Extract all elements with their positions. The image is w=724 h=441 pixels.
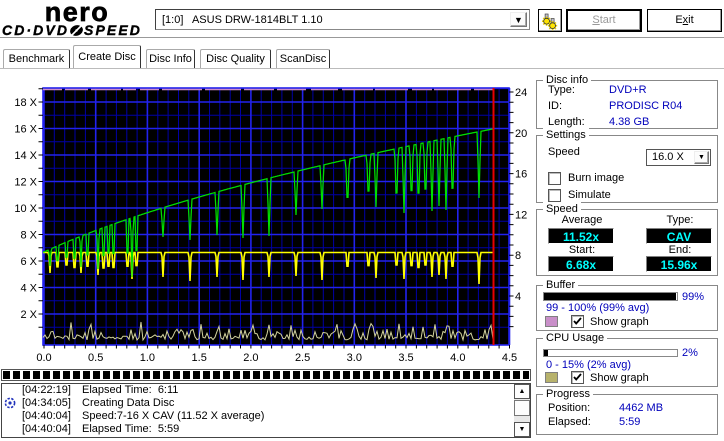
svg-text:0.0: 0.0 bbox=[36, 352, 51, 364]
svg-text:3.5: 3.5 bbox=[398, 352, 413, 364]
svg-text:16: 16 bbox=[515, 169, 527, 181]
svg-text:12 X: 12 X bbox=[14, 177, 37, 189]
svg-text:18 X: 18 X bbox=[14, 97, 37, 109]
svg-text:4 X: 4 X bbox=[20, 283, 37, 295]
svg-text:2 X: 2 X bbox=[20, 309, 37, 321]
svg-text:4.0: 4.0 bbox=[450, 352, 465, 364]
svg-text:24: 24 bbox=[515, 87, 527, 99]
svg-text:12: 12 bbox=[515, 209, 527, 221]
svg-text:8: 8 bbox=[515, 250, 521, 262]
svg-text:20: 20 bbox=[515, 128, 527, 140]
svg-text:1.5: 1.5 bbox=[192, 352, 207, 364]
svg-text:8 X: 8 X bbox=[20, 230, 37, 242]
svg-text:2.0: 2.0 bbox=[243, 352, 258, 364]
svg-text:16 X: 16 X bbox=[14, 124, 37, 136]
svg-text:4.5: 4.5 bbox=[502, 352, 517, 364]
svg-text:10 X: 10 X bbox=[14, 203, 37, 215]
svg-text:14 X: 14 X bbox=[14, 150, 37, 162]
svg-text:0.5: 0.5 bbox=[88, 352, 103, 364]
svg-text:1.0: 1.0 bbox=[140, 352, 155, 364]
svg-text:4: 4 bbox=[515, 291, 521, 303]
svg-text:3.0: 3.0 bbox=[347, 352, 362, 364]
svg-text:6 X: 6 X bbox=[20, 256, 37, 268]
svg-text:2.5: 2.5 bbox=[295, 352, 310, 364]
